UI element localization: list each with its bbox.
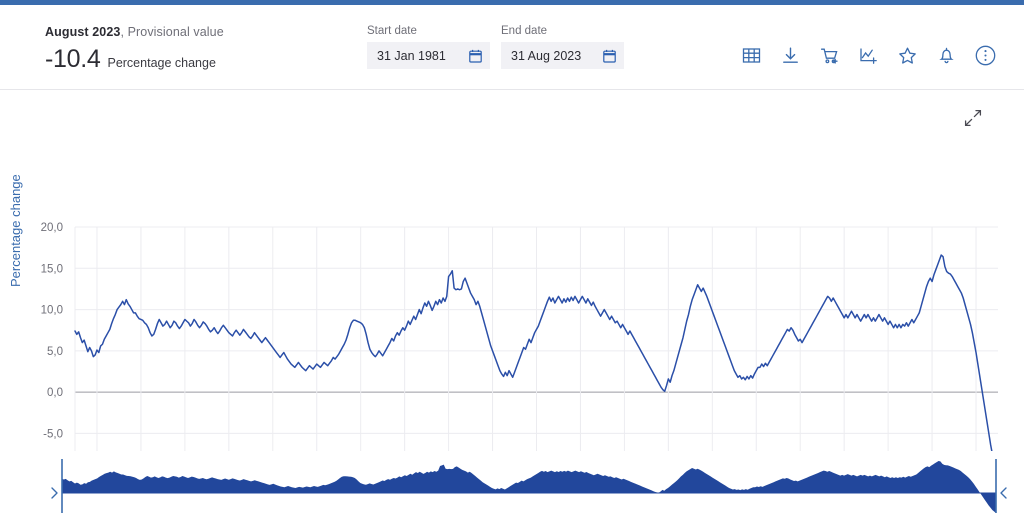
y-axis-label: Percentage change [8, 174, 23, 287]
range-selector-canvas[interactable] [0, 451, 1024, 518]
chart-header: August 2023, Provisional value -10.4 Per… [0, 5, 1024, 90]
y-axis-tick-label: 20,0 [41, 222, 63, 234]
table-view-icon[interactable] [741, 45, 762, 66]
chart-area[interactable]: Percentage change 20,0 15,0 10,0 5,0 0,0 -5,0… [0, 91, 1024, 523]
kpi-value: -10.4 [45, 45, 101, 73]
start-date-field: Start date 31 Jan 1981 [367, 25, 490, 69]
calendar-icon[interactable] [469, 49, 482, 63]
range-selector[interactable] [0, 451, 1024, 518]
kpi-period-line: August 2023, Provisional value [45, 25, 224, 39]
range-area-series [62, 461, 996, 514]
add-to-chart-icon[interactable] [858, 45, 879, 66]
favorite-star-icon[interactable] [897, 45, 918, 66]
end-date-field: End date 31 Aug 2023 [501, 25, 624, 69]
more-options-icon[interactable] [975, 45, 996, 66]
y-axis-tick-label: 0,0 [47, 387, 63, 399]
add-to-cart-icon[interactable] [819, 45, 840, 66]
y-axis-tick-label: 5,0 [47, 346, 63, 358]
end-date-value: 31 Aug 2023 [511, 48, 582, 63]
y-axis-tick-label: -5,0 [43, 428, 63, 440]
kpi-qualifier: , Provisional value [120, 25, 224, 39]
line-chart-canvas[interactable]: 20,015,010,05,00,0-5,0-10,0-15,019821984… [0, 91, 1024, 523]
start-date-label: Start date [367, 25, 417, 37]
range-handle-left[interactable] [51, 459, 63, 513]
expand-diagonal-icon[interactable] [964, 109, 982, 127]
calendar-icon[interactable] [603, 49, 616, 63]
kpi-unit: Percentage change [107, 56, 216, 70]
start-date-input[interactable]: 31 Jan 1981 [367, 42, 490, 69]
kpi-period: August 2023 [45, 25, 121, 39]
start-date-value: 31 Jan 1981 [377, 48, 446, 63]
y-axis-tick-label: 10,0 [41, 305, 63, 317]
kpi-value-line: -10.4 Percentage change [45, 45, 224, 74]
end-date-input[interactable]: 31 Aug 2023 [501, 42, 624, 69]
notification-bell-icon[interactable] [936, 45, 957, 66]
end-date-label: End date [501, 25, 548, 37]
kpi-block: August 2023, Provisional value -10.4 Per… [45, 25, 224, 74]
download-icon[interactable] [780, 45, 801, 66]
chart-toolbar [741, 45, 996, 66]
range-handle-right[interactable] [995, 459, 1007, 513]
y-axis-tick-label: 15,0 [41, 263, 63, 275]
